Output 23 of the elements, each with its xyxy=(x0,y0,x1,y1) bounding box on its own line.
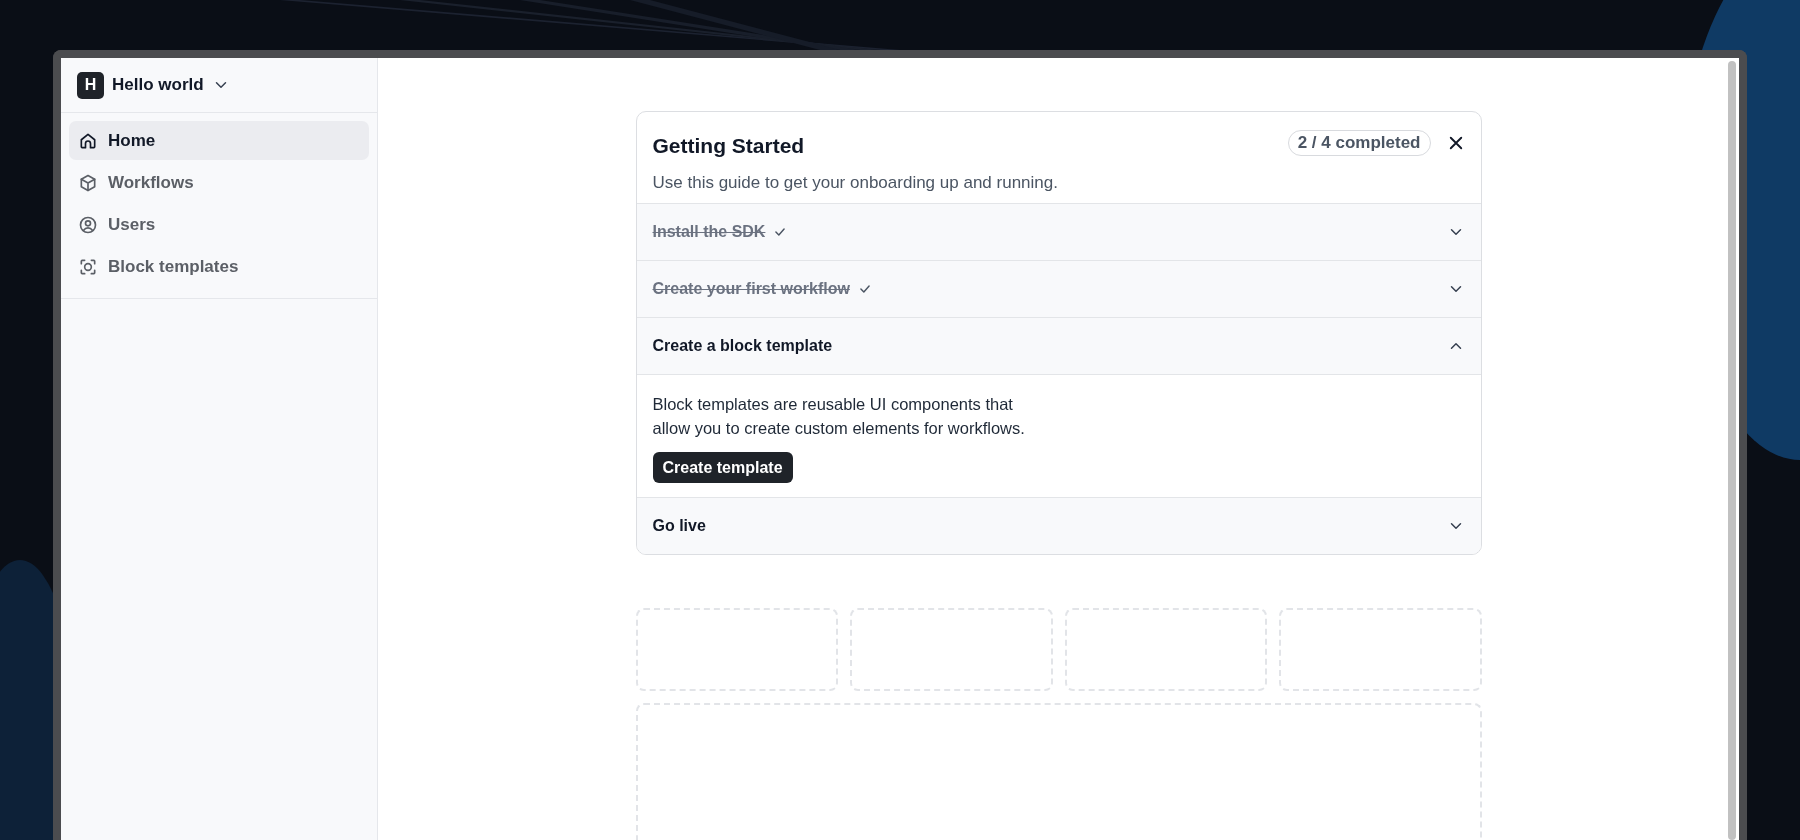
nav-item[interactable]: Home xyxy=(69,121,369,160)
card-title: Getting Started xyxy=(652,133,806,159)
step-title: Create your first workflow xyxy=(652,279,850,299)
create-template-button[interactable]: Create template xyxy=(652,452,793,483)
step-header[interactable]: Create a block template xyxy=(636,318,1481,374)
nav-item[interactable]: Block templates xyxy=(69,247,369,286)
workspace-name: Hello world xyxy=(112,74,204,97)
workspace-avatar: H xyxy=(77,71,104,99)
nav-item[interactable]: Users xyxy=(69,205,369,244)
step-title: Install the SDK xyxy=(652,222,766,242)
step-header[interactable]: Install the SDK xyxy=(636,204,1481,260)
cube-icon xyxy=(78,172,98,193)
step-title: Go live xyxy=(652,516,706,536)
check-icon xyxy=(857,282,872,296)
step-title: Create a block template xyxy=(652,336,833,356)
workspace-switcher[interactable]: H Hello world xyxy=(77,71,230,99)
step-description: Block templates are reusable UI components that allow you to create custom elements for workflows. xyxy=(652,394,1026,439)
user-icon xyxy=(78,214,98,235)
step-header[interactable]: Create your first workflow xyxy=(636,261,1481,317)
step-header[interactable]: Go live xyxy=(636,498,1481,554)
check-icon xyxy=(773,225,788,239)
card-subtitle: Use this guide to get your onboarding up and running. xyxy=(652,171,1058,194)
nav-item[interactable]: Workflows xyxy=(69,163,369,202)
